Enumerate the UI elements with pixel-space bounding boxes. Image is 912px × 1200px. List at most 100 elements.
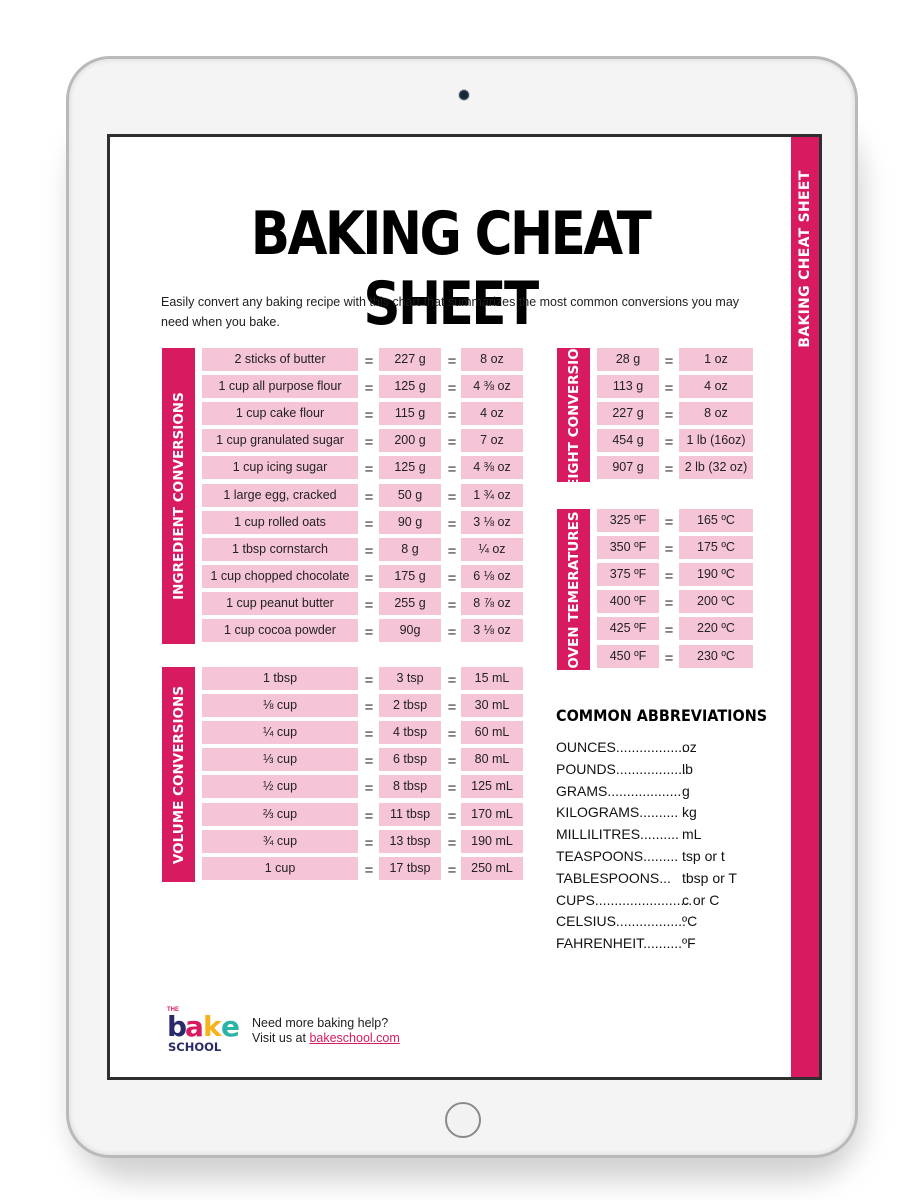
volume-cell: ½ cup (202, 775, 358, 799)
table-row: 350 ºF = 175 ºC (557, 536, 753, 560)
side-band: BAKING CHEAT SHEET (791, 137, 819, 1077)
ingredient-cell: 1 tbsp cornstarch (202, 537, 358, 561)
ounces-cell: 7 oz (461, 429, 523, 453)
table-row: 1 cup granulated sugar = 200 g = 7 oz (162, 429, 524, 453)
abbreviation-value: ºC (682, 913, 698, 930)
grams-cell: 227 g (379, 348, 441, 371)
abbreviation-value: kg (682, 804, 697, 821)
abbreviation-item: CUPS......................... c or C (556, 890, 766, 912)
abbreviation-item: TEASPOONS......... tsp or t (556, 846, 766, 868)
ounces-cell: 1 oz (679, 348, 753, 371)
abbreviation-item: GRAMS................... g (556, 781, 766, 803)
grams-cell: 8 g (379, 537, 441, 561)
spoon-cell: 2 tbsp (379, 694, 441, 718)
millilitre-cell: 250 mL (461, 856, 523, 880)
abbreviation-item: OUNCES.................. oz (556, 737, 766, 759)
table-row: 28 g = 1 oz (557, 348, 753, 371)
millilitre-cell: 60 mL (461, 721, 523, 745)
equals-sign: = (664, 380, 674, 398)
abbreviation-term: TEASPOONS......... (556, 847, 679, 864)
equals-sign: = (664, 353, 674, 370)
equals-sign: = (447, 434, 457, 452)
logo-letter-e: e (221, 1010, 240, 1043)
intro-text: Easily convert any baking recipe with th… (161, 295, 740, 329)
volume-cell: 1 tbsp (202, 667, 358, 690)
abbreviation-term: KILOGRAMS.......... (556, 804, 679, 821)
ounces-cell: 6 ⅛ oz (461, 564, 523, 588)
table-row: 227 g = 8 oz (557, 402, 753, 426)
abbreviation-value: tsp or t (682, 847, 725, 864)
abbreviations-list: OUNCES.................. oz POUNDS........… (556, 737, 766, 955)
fahrenheit-cell: 350 ºF (597, 536, 659, 560)
equals-sign: = (364, 488, 374, 506)
volume-conversions-table: VOLUME CONVERSIONS 1 tbsp = 3 tsp = 15 mL ⅛ c… (162, 667, 524, 882)
spoon-cell: 13 tbsp (379, 829, 441, 853)
equals-sign: = (664, 649, 674, 667)
table-row: 1 cup cake flour = 115 g = 4 oz (162, 402, 524, 426)
abbreviation-term: CUPS......................... (556, 891, 693, 908)
ounces-cell: 4 oz (461, 402, 523, 426)
equals-sign: = (447, 488, 457, 506)
table-row: 1 tbsp = 3 tsp = 15 mL (162, 667, 524, 690)
weight-conversions-table: WEIGHT CONVERSIONS 28 g = 1 oz 113 g = 4 oz 22… (557, 327, 753, 503)
abbreviation-value: oz (682, 739, 697, 755)
celsius-cell: 175 ºC (679, 536, 753, 560)
ounces-cell: 4 ⅜ oz (461, 375, 523, 399)
equals-sign: = (664, 434, 674, 452)
celsius-cell: 230 ºC (679, 644, 753, 668)
table-row: 1 cup = 17 tbsp = 250 mL (162, 856, 524, 880)
ounces-cell: 1 ¾ oz (461, 483, 523, 507)
fahrenheit-cell: 400 ºF (597, 590, 659, 614)
equals-sign: = (447, 753, 457, 771)
equals-sign: = (447, 861, 457, 879)
equals-sign: = (664, 407, 674, 425)
home-button[interactable] (445, 1102, 481, 1138)
equals-sign: = (364, 780, 374, 798)
table-row: ⅓ cup = 6 tbsp = 80 mL (162, 748, 524, 772)
table-row: 1 cup chopped chocolate = 175 g = 6 ⅛ oz (162, 564, 524, 588)
equals-sign: = (364, 461, 374, 479)
abbreviation-item: CELSIUS.................. ºC (556, 911, 766, 933)
volume-cell: ¾ cup (202, 829, 358, 853)
millilitre-cell: 15 mL (461, 667, 523, 690)
abbreviation-value: g (682, 782, 690, 799)
table-row: 1 cup peanut butter = 255 g = 8 ⅞ oz (162, 591, 524, 615)
equals-sign: = (364, 542, 374, 560)
logo-letter-a: a (185, 1010, 204, 1043)
visit-prefix: Visit us at (252, 1031, 310, 1045)
grams-cell: 454 g (597, 429, 659, 453)
abbreviation-term: POUNDS.................. (556, 760, 686, 777)
ingredient-cell: 1 cup granulated sugar (202, 429, 358, 453)
bakeschool-link[interactable]: bakeschool.com (309, 1031, 399, 1045)
abbreviation-value: c or C (682, 891, 720, 908)
equals-sign: = (364, 699, 374, 717)
equals-sign: = (447, 726, 457, 744)
celsius-cell: 190 ºC (679, 563, 753, 587)
grams-cell: 115 g (379, 402, 441, 426)
spoon-cell: 4 tbsp (379, 721, 441, 745)
ounces-cell: 3 ⅛ oz (461, 619, 523, 642)
equals-sign: = (447, 353, 457, 370)
side-band-label: BAKING CHEAT SHEET (797, 170, 813, 348)
grams-cell: 50 g (379, 483, 441, 507)
equals-sign: = (664, 514, 674, 531)
bake-school-logo[interactable]: THE b a k e SCHOOL (167, 1007, 247, 1057)
volume-cell: ⅔ cup (202, 802, 358, 826)
ingredient-conversions-table: INGREDIENT CONVERSIONS 2 sticks of butte… (162, 348, 524, 644)
millilitre-cell: 125 mL (461, 775, 523, 799)
spoon-cell: 11 tbsp (379, 802, 441, 826)
equals-sign: = (664, 461, 674, 479)
equals-sign: = (364, 624, 374, 641)
grams-cell: 28 g (597, 348, 659, 371)
ingredient-cell: 1 cup cake flour (202, 402, 358, 426)
abbreviation-term: GRAMS................... (556, 782, 682, 799)
abbreviation-item: POUNDS.................. lb (556, 759, 766, 781)
document-page: BAKING CHEAT SHEET BAKING CHEAT SHEET Ea… (107, 134, 822, 1080)
ounces-cell: 8 oz (679, 402, 753, 426)
ingredient-cell: 1 large egg, cracked (202, 483, 358, 507)
table-row: 450 ºF = 230 ºC (557, 644, 753, 668)
equals-sign: = (447, 807, 457, 825)
logo-school: SCHOOL (168, 1040, 222, 1054)
volume-cell: ¼ cup (202, 721, 358, 745)
equals-sign: = (447, 780, 457, 798)
